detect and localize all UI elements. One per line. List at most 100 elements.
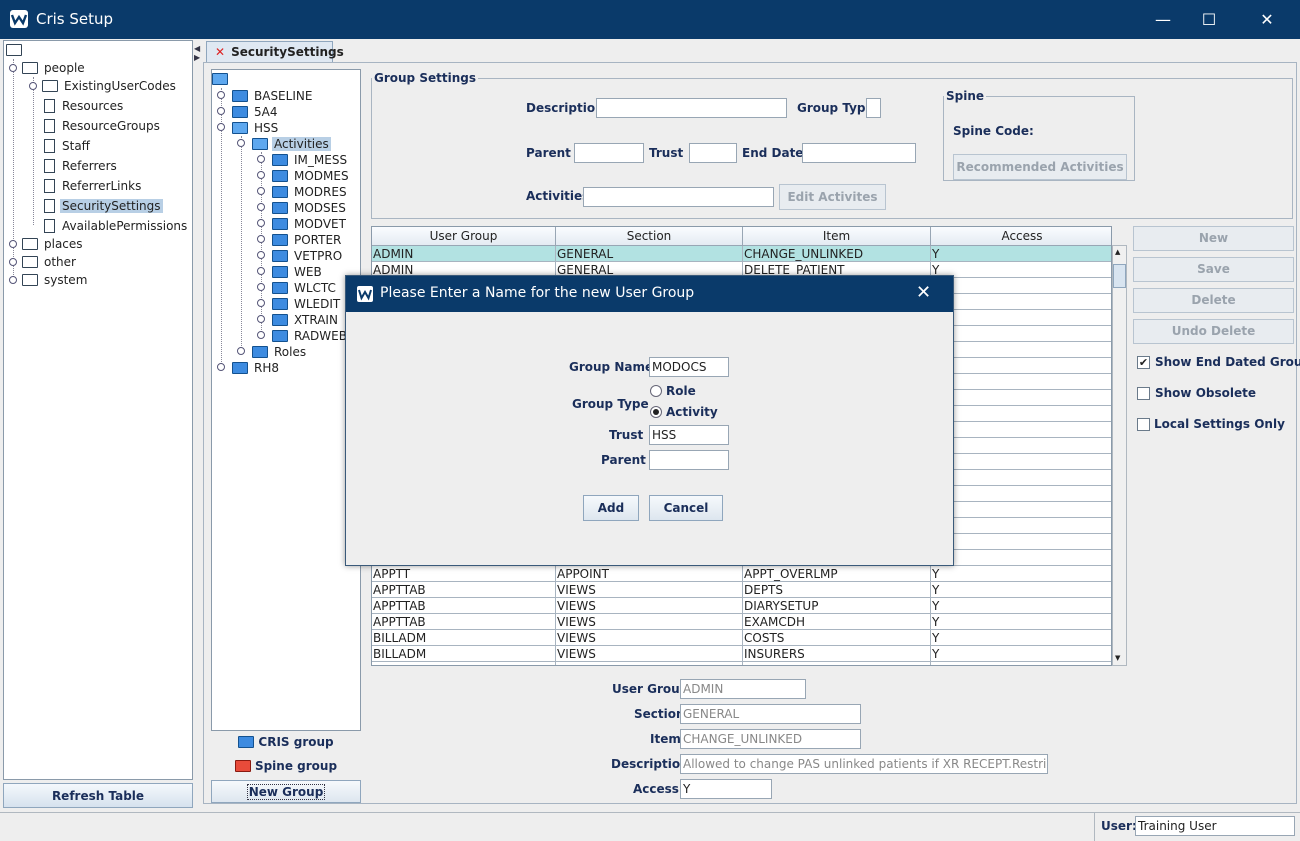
dialog-trust-input[interactable]: HSS xyxy=(649,425,729,445)
tree-toggle-icon[interactable] xyxy=(257,315,265,323)
trust-input[interactable] xyxy=(689,143,737,163)
column-header-item[interactable]: Item xyxy=(743,227,931,246)
new-button[interactable]: New xyxy=(1133,226,1294,251)
close-button[interactable]: ✕ xyxy=(1244,0,1290,39)
tree-toggle-icon[interactable] xyxy=(257,203,265,211)
detail-section-field[interactable]: GENERAL xyxy=(680,704,861,724)
undo-delete-button[interactable]: Undo Delete xyxy=(1133,319,1294,344)
detail-access-field[interactable]: Y xyxy=(680,779,772,799)
tree-item-referrerlinks[interactable]: ReferrerLinks xyxy=(42,177,143,195)
detail-description-field[interactable]: Allowed to change PAS unlinked patients … xyxy=(680,754,1048,774)
tree-toggle-icon[interactable] xyxy=(217,91,225,99)
navigation-tree[interactable]: people ExistingUserCodes Resources Resou… xyxy=(3,40,193,780)
end-date-input[interactable] xyxy=(802,143,916,163)
tree-item-referrers[interactable]: Referrers xyxy=(42,157,119,175)
table-row[interactable]: BILLADMVIEWSFEESY xyxy=(372,662,1111,665)
add-button[interactable]: Add xyxy=(583,495,639,521)
tree-item-securitysettings[interactable]: SecuritySettings xyxy=(42,197,163,215)
tree-item-resources[interactable]: Resources xyxy=(42,97,125,115)
dialog-parent-input[interactable] xyxy=(649,450,729,470)
tree-toggle-icon[interactable] xyxy=(257,235,265,243)
tree-root[interactable] xyxy=(6,41,26,59)
column-header-access[interactable]: Access xyxy=(931,227,1111,246)
splitter-collapse-icon[interactable]: ◀ ▶ xyxy=(194,44,200,62)
spine-code-label: Spine Code: xyxy=(953,124,1034,138)
group-item-rh8[interactable]: RH8 xyxy=(232,359,281,377)
role-radio[interactable] xyxy=(650,385,662,397)
tree-toggle-icon[interactable] xyxy=(257,283,265,291)
tree-toggle-icon[interactable] xyxy=(9,258,17,266)
status-bar: User: Training User xyxy=(0,812,1300,841)
table-row[interactable]: ADMIN GENERAL CHANGE_UNLINKED Y xyxy=(372,246,1111,262)
tree-toggle-icon[interactable] xyxy=(237,139,245,147)
tab-securitysettings[interactable]: ✕ SecuritySettings xyxy=(206,41,344,63)
maximize-button[interactable]: ☐ xyxy=(1186,0,1232,39)
tree-toggle-icon[interactable] xyxy=(217,363,225,371)
spine-group-button[interactable]: Spine group xyxy=(211,755,361,778)
tree-toggle-icon[interactable] xyxy=(257,299,265,307)
close-tab-icon[interactable]: ✕ xyxy=(215,45,225,59)
save-button[interactable]: Save xyxy=(1133,257,1294,282)
group-tree[interactable]: BASELINE 5A4 HSS Activities IM_MESS MODM… xyxy=(211,69,361,731)
tree-item-people[interactable]: people xyxy=(22,59,87,77)
tree-toggle-icon[interactable] xyxy=(257,187,265,195)
folder-icon xyxy=(272,314,288,326)
scroll-up-icon[interactable]: ▲ xyxy=(1115,248,1120,256)
tree-toggle-icon[interactable] xyxy=(257,155,265,163)
refresh-table-button[interactable]: Refresh Table xyxy=(3,783,193,808)
new-group-button[interactable]: New Group xyxy=(211,780,361,803)
table-scrollbar[interactable]: ▲ ▼ xyxy=(1112,245,1127,666)
show-end-dated-checkbox[interactable]: ✔ xyxy=(1137,356,1150,369)
table-cell-item: DEPTS xyxy=(743,582,931,598)
tree-toggle-icon[interactable] xyxy=(9,240,17,248)
group-settings-legend: Group Settings xyxy=(374,71,476,85)
tree-item-staff[interactable]: Staff xyxy=(42,137,92,155)
table-row[interactable]: APPTT APPOINT APPT_OVERLMP Y xyxy=(372,566,1111,582)
show-obsolete-checkbox[interactable] xyxy=(1137,387,1150,400)
tree-toggle-icon[interactable] xyxy=(9,64,17,72)
tree-item-resourcegroups[interactable]: ResourceGroups xyxy=(42,117,162,135)
tree-item-places[interactable]: places xyxy=(22,235,85,253)
detail-item-field[interactable]: CHANGE_UNLINKED xyxy=(680,729,861,749)
detail-user-group-field[interactable]: ADMIN xyxy=(680,679,806,699)
tree-item-existingusercodes[interactable]: ExistingUserCodes xyxy=(42,77,178,95)
tree-toggle-icon[interactable] xyxy=(257,219,265,227)
description-input[interactable] xyxy=(596,98,787,118)
scrollbar-thumb[interactable] xyxy=(1113,264,1126,288)
tree-item-availablepermissions[interactable]: AvailablePermissions xyxy=(42,217,189,235)
tree-item-system[interactable]: system xyxy=(22,271,89,289)
activities-input[interactable] xyxy=(583,187,774,207)
local-settings-checkbox[interactable] xyxy=(1137,418,1150,431)
table-cell-item: INSURERS xyxy=(743,646,931,662)
tree-toggle-icon[interactable] xyxy=(257,267,265,275)
scroll-down-icon[interactable]: ▼ xyxy=(1115,654,1120,662)
delete-button[interactable]: Delete xyxy=(1133,288,1294,313)
table-row[interactable]: APPTTAB VIEWS EXAMCDH Y xyxy=(372,614,1111,630)
group-name-input[interactable]: MODOCS xyxy=(649,357,729,377)
tree-toggle-icon[interactable] xyxy=(257,331,265,339)
group-tree-root[interactable] xyxy=(212,70,232,88)
recommended-activities-button[interactable]: Recommended Activities xyxy=(953,154,1127,180)
dialog-close-button[interactable]: ✕ xyxy=(916,282,931,303)
edit-activities-button[interactable]: Edit Activites xyxy=(779,184,886,210)
activity-radio[interactable] xyxy=(650,406,662,418)
tree-item-other[interactable]: other xyxy=(22,253,78,271)
table-row[interactable]: APPTTAB VIEWS DEPTS Y xyxy=(372,582,1111,598)
minimize-button[interactable]: — xyxy=(1140,0,1186,39)
tree-toggle-icon[interactable] xyxy=(9,276,17,284)
cris-group-button[interactable]: CRIS group xyxy=(211,731,361,754)
table-row[interactable]: BILLADM VIEWS INSURERS Y xyxy=(372,646,1111,662)
group-type-input[interactable] xyxy=(866,98,881,118)
tree-toggle-icon[interactable] xyxy=(257,171,265,179)
tree-toggle-icon[interactable] xyxy=(217,107,225,115)
column-header-section[interactable]: Section xyxy=(556,227,743,246)
column-header-user-group[interactable]: User Group xyxy=(372,227,556,246)
table-row[interactable]: BILLADM VIEWS COSTS Y xyxy=(372,630,1111,646)
tree-toggle-icon[interactable] xyxy=(29,82,37,90)
tree-toggle-icon[interactable] xyxy=(257,251,265,259)
cancel-button[interactable]: Cancel xyxy=(649,495,723,521)
parent-input[interactable] xyxy=(574,143,644,163)
tree-toggle-icon[interactable] xyxy=(237,347,245,355)
tree-toggle-icon[interactable] xyxy=(217,123,225,131)
table-row[interactable]: APPTTAB VIEWS DIARYSETUP Y xyxy=(372,598,1111,614)
